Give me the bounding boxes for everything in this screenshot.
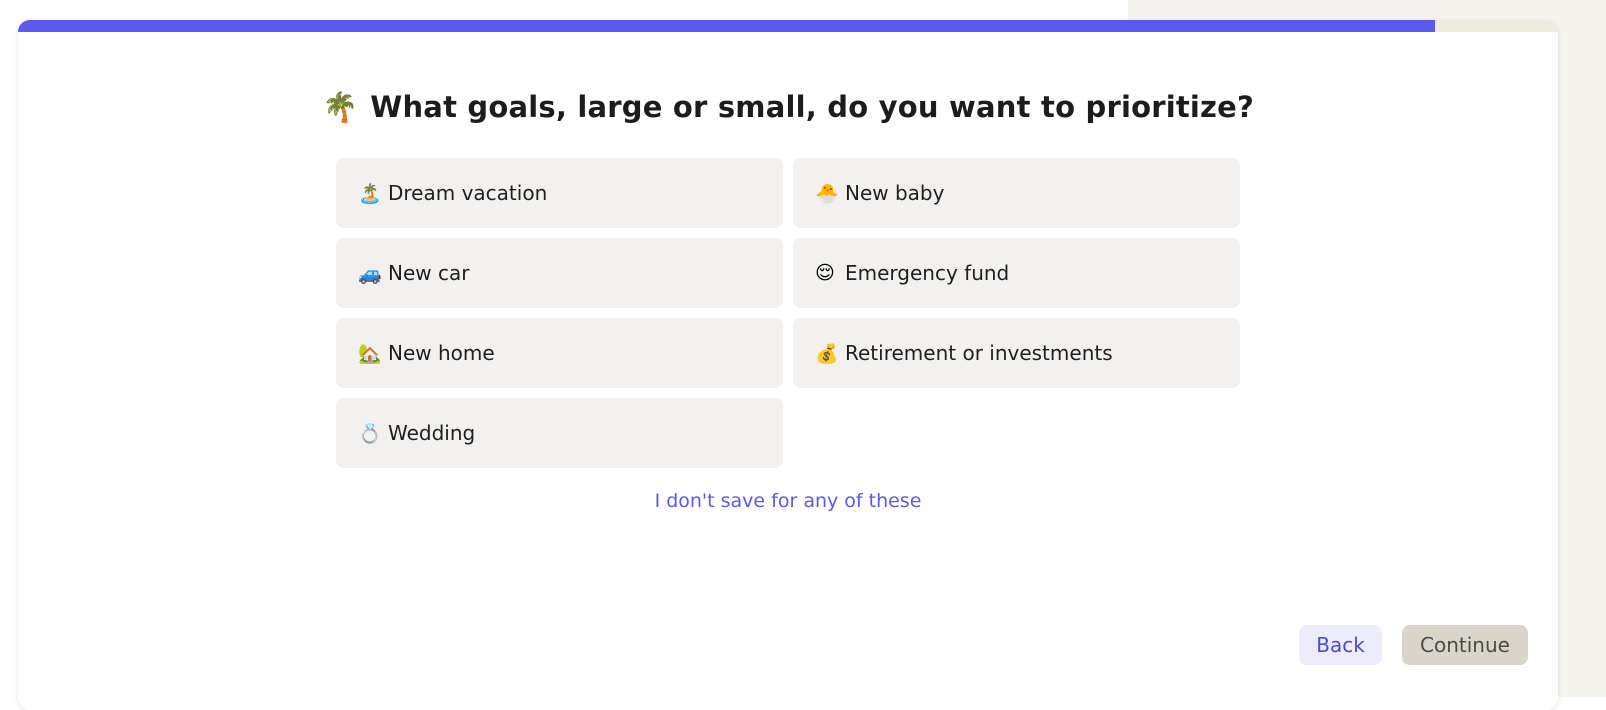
onboarding-card: 🌴 What goals, large or small, do you want…	[18, 20, 1558, 710]
money-bag-icon: 💰	[815, 342, 839, 365]
goal-option-retirement[interactable]: 💰 Retirement or investments	[793, 318, 1240, 388]
back-button[interactable]: Back	[1299, 625, 1382, 665]
goal-option-label: New car	[388, 261, 470, 285]
continue-button[interactable]: Continue	[1402, 625, 1528, 665]
palm-tree-icon: 🌴	[321, 90, 359, 124]
progress-bar-fill	[18, 20, 1435, 32]
progress-bar	[18, 20, 1558, 32]
goal-option-label: Wedding	[388, 421, 476, 445]
skip-goals-link[interactable]: I don't save for any of these	[18, 490, 1558, 512]
goal-option-new-car[interactable]: 🚙 New car	[336, 238, 783, 308]
goal-option-new-home[interactable]: 🏡 New home	[336, 318, 783, 388]
hatching-chick-icon: 🐣	[815, 182, 839, 205]
desert-island-icon: 🏝️	[358, 182, 382, 205]
goal-option-wedding[interactable]: 💍 Wedding	[336, 398, 783, 468]
goal-option-label: New home	[388, 341, 495, 365]
goal-option-label: Dream vacation	[388, 181, 548, 205]
goal-option-new-baby[interactable]: 🐣 New baby	[793, 158, 1240, 228]
house-icon: 🏡	[358, 342, 382, 365]
goal-option-label: Retirement or investments	[845, 341, 1113, 365]
goal-option-label: Emergency fund	[845, 261, 1010, 285]
goal-options-grid: 🏝️ Dream vacation 🐣 New baby 🚙 New car 😌…	[336, 158, 1242, 468]
relieved-face-icon: 😌	[815, 262, 835, 284]
page-title: 🌴 What goals, large or small, do you want…	[18, 90, 1558, 125]
page-title-text: What goals, large or small, do you want …	[370, 90, 1255, 124]
car-icon: 🚙	[358, 262, 382, 285]
goal-option-emergency-fund[interactable]: 😌 Emergency fund	[793, 238, 1240, 308]
goal-option-label: New baby	[845, 181, 945, 205]
ring-icon: 💍	[358, 422, 382, 445]
goal-option-dream-vacation[interactable]: 🏝️ Dream vacation	[336, 158, 783, 228]
